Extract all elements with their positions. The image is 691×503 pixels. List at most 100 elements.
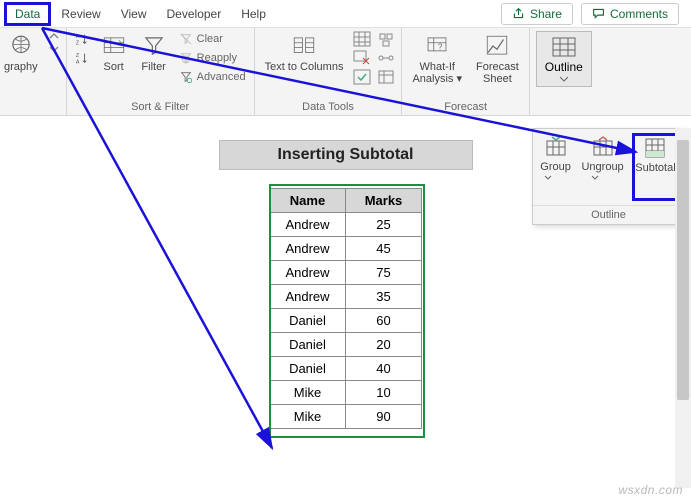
ungroup-button[interactable]: Ungroup [579,133,625,201]
group-label: Group [540,161,571,173]
group-outline: Outline [530,28,598,115]
tab-review[interactable]: Review [51,3,110,25]
subtotal-label: Subtotal [635,162,675,174]
geography-button[interactable]: graphy [0,31,42,75]
outline-label: Outline [545,60,583,74]
cell[interactable]: Mike [270,381,346,405]
chevron-down-icon [559,76,569,82]
scroll-up-icon[interactable] [48,31,60,41]
watermark: wsxdn.com [618,483,683,497]
comments-button[interactable]: Comments [581,3,679,25]
cell[interactable]: 25 [346,213,422,237]
advanced-icon [179,70,193,84]
text-to-columns-button[interactable]: Text to Columns [261,31,348,75]
clear-icon [179,32,193,46]
group-button[interactable]: Group [538,133,573,201]
data-table[interactable]: Name Marks Andrew25 Andrew45 Andrew75 An… [269,188,422,429]
svg-text:?: ? [438,42,443,51]
share-button[interactable]: Share [501,3,573,25]
cell[interactable]: Daniel [270,333,346,357]
consolidate-icon[interactable] [377,31,395,47]
flash-fill-icon[interactable] [353,31,371,47]
globe-icon [8,33,34,59]
advanced-button[interactable]: Advanced [177,69,248,85]
group-icon [544,135,568,159]
data-validation-icon[interactable] [353,69,371,85]
relationships-icon[interactable] [377,50,395,66]
outline-flyout: Group Ungroup Subtotal Outline [532,128,685,225]
vertical-scrollbar[interactable] [675,128,691,488]
cell[interactable]: Daniel [270,309,346,333]
advanced-label: Advanced [197,71,246,83]
sort-icon [101,33,127,59]
clear-button[interactable]: Clear [177,31,248,47]
svg-text:Z: Z [76,53,80,59]
header-marks[interactable]: Marks [346,189,422,213]
reapply-button[interactable]: Reapply [177,50,248,66]
filter-icon [141,33,167,59]
filter-label: Filter [141,61,165,73]
ungroup-label: Ungroup [581,161,623,173]
subtotal-button[interactable]: Subtotal [632,133,678,201]
sort-az-icon: AZ [75,32,89,46]
sheet-title: Inserting Subtotal [219,140,473,170]
cell[interactable]: 45 [346,237,422,261]
table-row[interactable]: Andrew75 [270,261,422,285]
data-tools-group-label: Data Tools [261,101,396,113]
forecast-group-label: Forecast [408,101,522,113]
group-datatypes: graphy [0,28,67,115]
forecast-icon [484,33,510,59]
share-icon [512,7,525,20]
tab-data[interactable]: Data [4,2,51,26]
flyout-group-label: Outline [533,205,684,224]
table-row[interactable]: Daniel20 [270,333,422,357]
subtotal-icon [643,136,667,160]
cell[interactable]: Andrew [270,237,346,261]
cell[interactable]: 20 [346,333,422,357]
cell[interactable]: 10 [346,381,422,405]
cell[interactable]: 75 [346,261,422,285]
whatif-label: What-IfAnalysis ▾ [412,61,462,85]
cell[interactable]: 35 [346,285,422,309]
cell[interactable]: 90 [346,405,422,429]
outline-button[interactable]: Outline [536,31,592,87]
forecast-sheet-button[interactable]: ForecastSheet [472,31,523,87]
clear-label: Clear [197,33,223,45]
header-name[interactable]: Name [270,189,346,213]
chevron-down-icon [544,175,568,199]
tab-view[interactable]: View [111,3,157,25]
cell[interactable]: 60 [346,309,422,333]
table-row[interactable]: Mike10 [270,381,422,405]
sort-za-button[interactable]: ZA [73,50,91,66]
scrollbar-thumb[interactable] [677,140,689,400]
sort-button[interactable]: Sort [97,31,131,75]
data-model-icon[interactable] [377,69,395,85]
table-row[interactable]: Andrew25 [270,213,422,237]
sort-az-button[interactable]: AZ [73,31,91,47]
cell[interactable]: Andrew [270,213,346,237]
scroll-down-icon[interactable] [48,44,60,54]
table-row[interactable]: Mike90 [270,405,422,429]
ribbon-tabs: Data Review View Developer Help Share Co… [0,0,691,28]
table-header-row: Name Marks [270,189,422,213]
outline-icon [551,36,577,58]
table-row[interactable]: Andrew35 [270,285,422,309]
cell[interactable]: 40 [346,357,422,381]
svg-text:Z: Z [76,40,80,46]
whatif-button[interactable]: ? What-IfAnalysis ▾ [408,31,466,87]
filter-button[interactable]: Filter [137,31,171,75]
cell[interactable]: Andrew [270,261,346,285]
table-row[interactable]: Andrew45 [270,237,422,261]
reapply-icon [179,51,193,65]
remove-duplicates-icon[interactable] [353,50,371,66]
cell[interactable]: Andrew [270,285,346,309]
text-to-columns-icon [291,33,317,59]
table-row[interactable]: Daniel40 [270,357,422,381]
tab-help[interactable]: Help [231,3,276,25]
cell[interactable]: Daniel [270,357,346,381]
group-data-tools: Text to Columns Data Tools [255,28,403,115]
cell[interactable]: Mike [270,405,346,429]
text-to-columns-label: Text to Columns [265,61,344,73]
table-row[interactable]: Daniel60 [270,309,422,333]
tab-developer[interactable]: Developer [157,3,232,25]
